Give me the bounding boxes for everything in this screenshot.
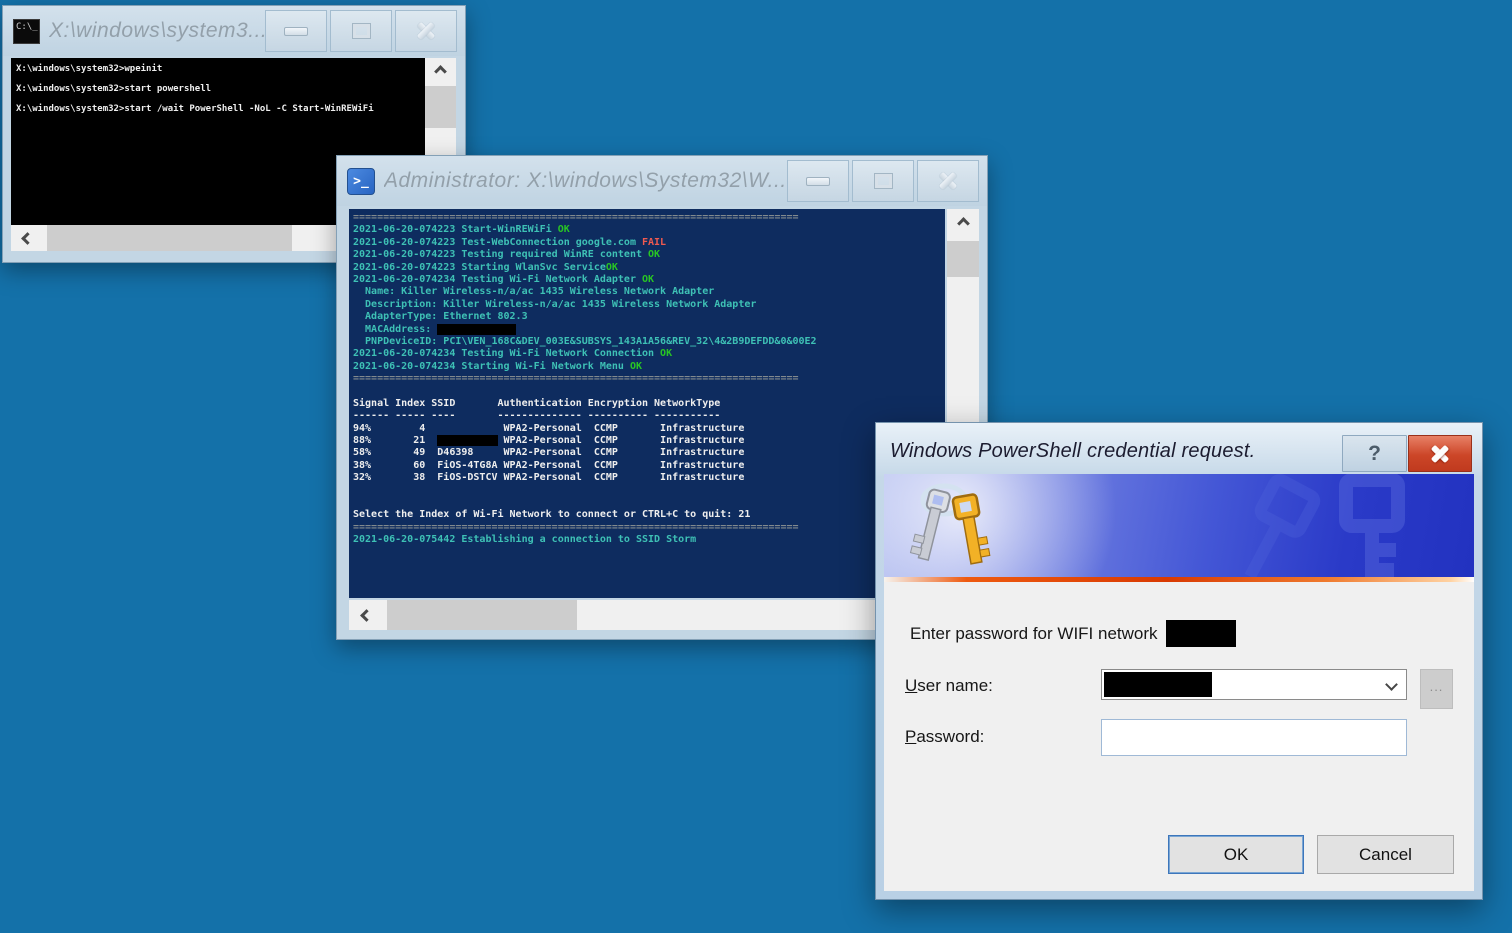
chevron-down-icon[interactable] xyxy=(1385,678,1398,691)
maximize-icon xyxy=(875,174,892,188)
password-label: Password: xyxy=(905,727,984,747)
keys-icon xyxy=(904,478,1004,577)
dialog-close-button[interactable] xyxy=(1408,435,1472,472)
ps-console-output[interactable]: ========================================… xyxy=(349,209,945,598)
ps-minimize-button[interactable] xyxy=(787,160,849,202)
cmd-close-button[interactable] xyxy=(395,10,457,52)
ps-maximize-button[interactable] xyxy=(852,160,914,202)
ps-titlebar[interactable]: >_ Administrator: X:\windows\System32\W.… xyxy=(337,156,987,206)
scroll-up-icon[interactable] xyxy=(425,58,456,84)
minimize-icon xyxy=(806,177,830,186)
help-button[interactable]: ? xyxy=(1342,435,1407,472)
close-icon xyxy=(936,169,960,193)
cancel-button[interactable]: Cancel xyxy=(1317,835,1454,874)
close-icon xyxy=(1428,442,1452,466)
scroll-up-icon[interactable] xyxy=(947,209,979,237)
dialog-title: Windows PowerShell credential request. xyxy=(890,440,1255,463)
scroll-left-icon[interactable] xyxy=(11,225,43,251)
redacted-username-value xyxy=(1104,672,1212,697)
cmd-prompt-icon: C:\_ xyxy=(13,19,40,44)
dialog-banner xyxy=(884,474,1474,577)
dialog-content: Enter password for WIFI network User nam… xyxy=(884,474,1474,891)
cmd-minimize-button[interactable] xyxy=(265,10,327,52)
enter-password-message: Enter password for WIFI network xyxy=(910,624,1158,644)
password-field[interactable] xyxy=(1101,719,1407,756)
redacted-network-name xyxy=(1166,620,1236,647)
ps-close-button[interactable] xyxy=(917,160,979,202)
username-label: User name: xyxy=(905,676,993,696)
browse-users-button[interactable]: ... xyxy=(1420,669,1453,709)
username-combobox[interactable] xyxy=(1101,669,1407,700)
ps-vscroll-thumb[interactable] xyxy=(947,241,979,277)
scroll-left-icon[interactable] xyxy=(349,600,383,630)
cmd-titlebar[interactable]: C:\_ X:\windows\system3... xyxy=(3,6,465,56)
ok-button[interactable]: OK xyxy=(1168,835,1304,874)
cmd-hscroll-thumb[interactable] xyxy=(47,225,292,251)
cmd-window-title: X:\windows\system3... xyxy=(49,19,265,43)
maximize-icon xyxy=(353,24,370,38)
cmd-maximize-button[interactable] xyxy=(330,10,392,52)
minimize-icon xyxy=(284,27,308,36)
close-icon xyxy=(414,19,438,43)
ps-window-title: Administrator: X:\windows\System32\W... xyxy=(384,169,787,193)
cmd-vscroll-thumb[interactable] xyxy=(425,86,456,128)
powershell-icon: >_ xyxy=(347,168,375,195)
keys-watermark-icon xyxy=(1226,474,1456,577)
dialog-form: Enter password for WIFI network User nam… xyxy=(884,582,1474,893)
ps-hscroll-thumb[interactable] xyxy=(387,600,577,630)
credential-dialog: Windows PowerShell credential request. ? xyxy=(875,422,1483,900)
